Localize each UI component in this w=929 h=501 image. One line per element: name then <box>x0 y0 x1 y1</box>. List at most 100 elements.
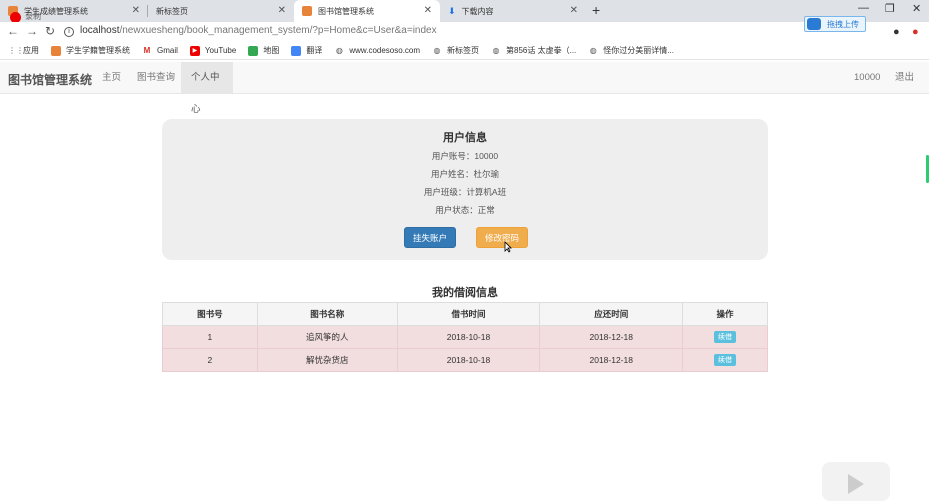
new-tab-button[interactable]: + <box>592 2 600 18</box>
logout-link[interactable]: 退出 <box>895 62 914 94</box>
col-borrow-date: 借书时间 <box>396 302 541 326</box>
close-tab-icon[interactable]: ✕ <box>132 5 140 16</box>
tab-new-tab[interactable]: 新标签页 ✕ <box>148 0 294 22</box>
globe-icon: ◍ <box>492 45 500 55</box>
globe-icon: ◍ <box>433 45 441 55</box>
bookmark-label: 新标签页 <box>447 46 480 55</box>
cell-book-id: 2 <box>162 348 258 372</box>
bookmark-apps[interactable]: ⋮⋮ 应用 <box>8 45 39 56</box>
cell-action: 续借 <box>682 348 768 372</box>
update-icon[interactable]: ● <box>912 26 919 38</box>
gmail-icon: M <box>143 45 151 55</box>
bookmark-gmail[interactable]: M Gmail <box>142 46 178 56</box>
bookmark-label: 第856话 太虚拳（... <box>506 46 577 55</box>
col-book-name: 图书名称 <box>256 302 398 326</box>
maximize-icon[interactable]: ❐ <box>885 2 895 15</box>
user-info-card: 用户信息 用户账号：10000 用户姓名：杜尔瑜 用户班级：计算机A班 用户状态… <box>162 119 768 260</box>
maps-icon <box>248 45 259 56</box>
browser-tab-bar: 学生成绩管理系统 ✕ 新标签页 ✕ 图书馆管理系统 ✕ ⬇ 下载内容 ✕ + —… <box>0 0 929 22</box>
tab-title: 下载内容 <box>461 6 494 16</box>
back-icon[interactable]: ← <box>7 24 19 38</box>
cell-borrow-date: 2018-10-18 <box>396 325 541 349</box>
cell-book-id: 1 <box>162 325 258 349</box>
nav-personal-center[interactable]: 个人中心 <box>181 62 233 115</box>
cell-due-date: 2018-12-18 <box>539 348 684 372</box>
close-tab-icon[interactable]: ✕ <box>278 5 286 16</box>
site-info-icon[interactable]: i <box>64 27 74 37</box>
tab-library-system[interactable]: 图书馆管理系统 ✕ <box>294 0 440 22</box>
cell-book-name: 解忧杂货店 <box>256 348 398 372</box>
bookmark-label: 地图 <box>263 46 280 55</box>
bookmark-label: Gmail <box>157 46 178 55</box>
url-path: /newxuesheng/book_management_system/?p=H… <box>119 25 437 36</box>
bookmarks-bar: ⋮⋮ 应用 学生学籍管理系统 M Gmail ▶ YouTube 地图 翻译 ◍ www… <box>0 42 929 60</box>
minimize-icon[interactable]: — <box>858 2 869 14</box>
borrow-section-title: 我的借阅信息 <box>432 287 498 299</box>
upload-label: 拖拽上传 <box>827 19 859 29</box>
tab-downloads[interactable]: ⬇ 下载内容 ✕ <box>440 0 586 22</box>
user-class: 用户班级：计算机A班 <box>423 187 507 197</box>
col-action: 操作 <box>682 302 768 326</box>
bookmark-label: www.codesoso.com <box>349 46 421 55</box>
nav-home[interactable]: 主页 <box>92 62 131 94</box>
upload-button[interactable]: 拖拽上传 <box>804 16 866 32</box>
bookmark-episode[interactable]: ◍ 第856话 太虚拳（... <box>491 45 577 56</box>
renew-button[interactable]: 续借 <box>714 354 737 366</box>
url-field[interactable]: i localhost/newxuesheng/book_management_s… <box>64 25 437 37</box>
bookmark-song[interactable]: ◍ 怪你过分美丽详情... <box>588 45 674 56</box>
cell-action: 续借 <box>682 325 768 349</box>
url-host: localhost <box>80 25 120 36</box>
change-password-button[interactable]: 修改密码 <box>476 227 529 248</box>
video-play-icon[interactable] <box>822 462 890 501</box>
col-book-id: 图书号 <box>162 302 258 326</box>
nav-book-search[interactable]: 图书查询 <box>127 62 185 94</box>
address-bar-row: ← → ↻ i localhost/newxuesheng/book_manage… <box>0 22 929 42</box>
table-row: 1 追风筝的人 2018-10-18 2018-12-18 续借 <box>162 325 768 349</box>
bookmark-label: 怪你过分美丽详情... <box>603 46 674 55</box>
bookmark-label: 学生学籍管理系统 <box>66 46 130 55</box>
tab-student-grades[interactable]: 学生成绩管理系统 ✕ <box>0 0 148 22</box>
close-tab-icon[interactable]: ✕ <box>570 5 578 16</box>
cell-due-date: 2018-12-18 <box>539 325 684 349</box>
table-row: 2 解忧杂货店 2018-10-18 2018-12-18 续借 <box>162 348 768 372</box>
profile-icon[interactable]: ● <box>893 26 900 38</box>
close-window-icon[interactable]: ✕ <box>912 2 921 15</box>
app-brand[interactable]: 图书馆管理系统 <box>8 71 92 88</box>
download-icon: ⬇ <box>448 5 456 16</box>
tab-favicon-icon <box>302 6 312 16</box>
user-account: 用户账号：10000 <box>431 151 499 161</box>
bookmark-translate[interactable]: 翻译 <box>291 45 322 56</box>
mouse-cursor-icon <box>504 241 512 253</box>
col-due-date: 应还时间 <box>539 302 684 326</box>
apps-icon: ⋮⋮ <box>8 45 24 55</box>
user-status: 用户状态：正常 <box>435 205 495 215</box>
translate-icon <box>291 45 302 56</box>
reload-icon[interactable]: ↻ <box>45 24 55 38</box>
app-navbar: 图书馆管理系统 主页 图书查询 个人中心 10000 退出 <box>0 62 929 115</box>
bookmark-student-system[interactable]: 学生学籍管理系统 <box>51 45 130 56</box>
youtube-icon: ▶ <box>189 45 200 56</box>
cell-book-name: 追风筝的人 <box>256 325 398 349</box>
close-tab-icon[interactable]: ✕ <box>424 5 432 16</box>
report-lost-button[interactable]: 挂失账户 <box>404 227 457 248</box>
bookmark-label: 应用 <box>23 46 39 55</box>
user-id-link[interactable]: 10000 <box>854 62 880 94</box>
orange-page-icon <box>51 45 61 56</box>
globe-icon: ◍ <box>335 45 343 55</box>
bookmark-codesoso[interactable]: ◍ www.codesoso.com <box>334 46 420 56</box>
cell-borrow-date: 2018-10-18 <box>396 348 541 372</box>
tab-title: 新标签页 <box>156 6 188 16</box>
bookmark-label: 翻译 <box>306 46 323 55</box>
recording-label: 录制 <box>25 12 41 21</box>
bookmark-label: YouTube <box>204 46 237 55</box>
user-name: 用户姓名：杜尔瑜 <box>430 169 499 179</box>
bookmark-newtab[interactable]: ◍ 新标签页 <box>432 45 480 56</box>
forward-icon[interactable]: → <box>26 24 38 38</box>
renew-button[interactable]: 续借 <box>714 331 737 343</box>
bookmark-maps[interactable]: 地图 <box>248 45 279 56</box>
table-header-row: 图书号 图书名称 借书时间 应还时间 操作 <box>162 302 768 326</box>
tab-title: 图书馆管理系统 <box>318 6 374 16</box>
globe-icon: ◍ <box>589 45 597 55</box>
user-info-title: 用户信息 <box>443 132 487 144</box>
bookmark-youtube[interactable]: ▶ YouTube <box>189 45 237 56</box>
